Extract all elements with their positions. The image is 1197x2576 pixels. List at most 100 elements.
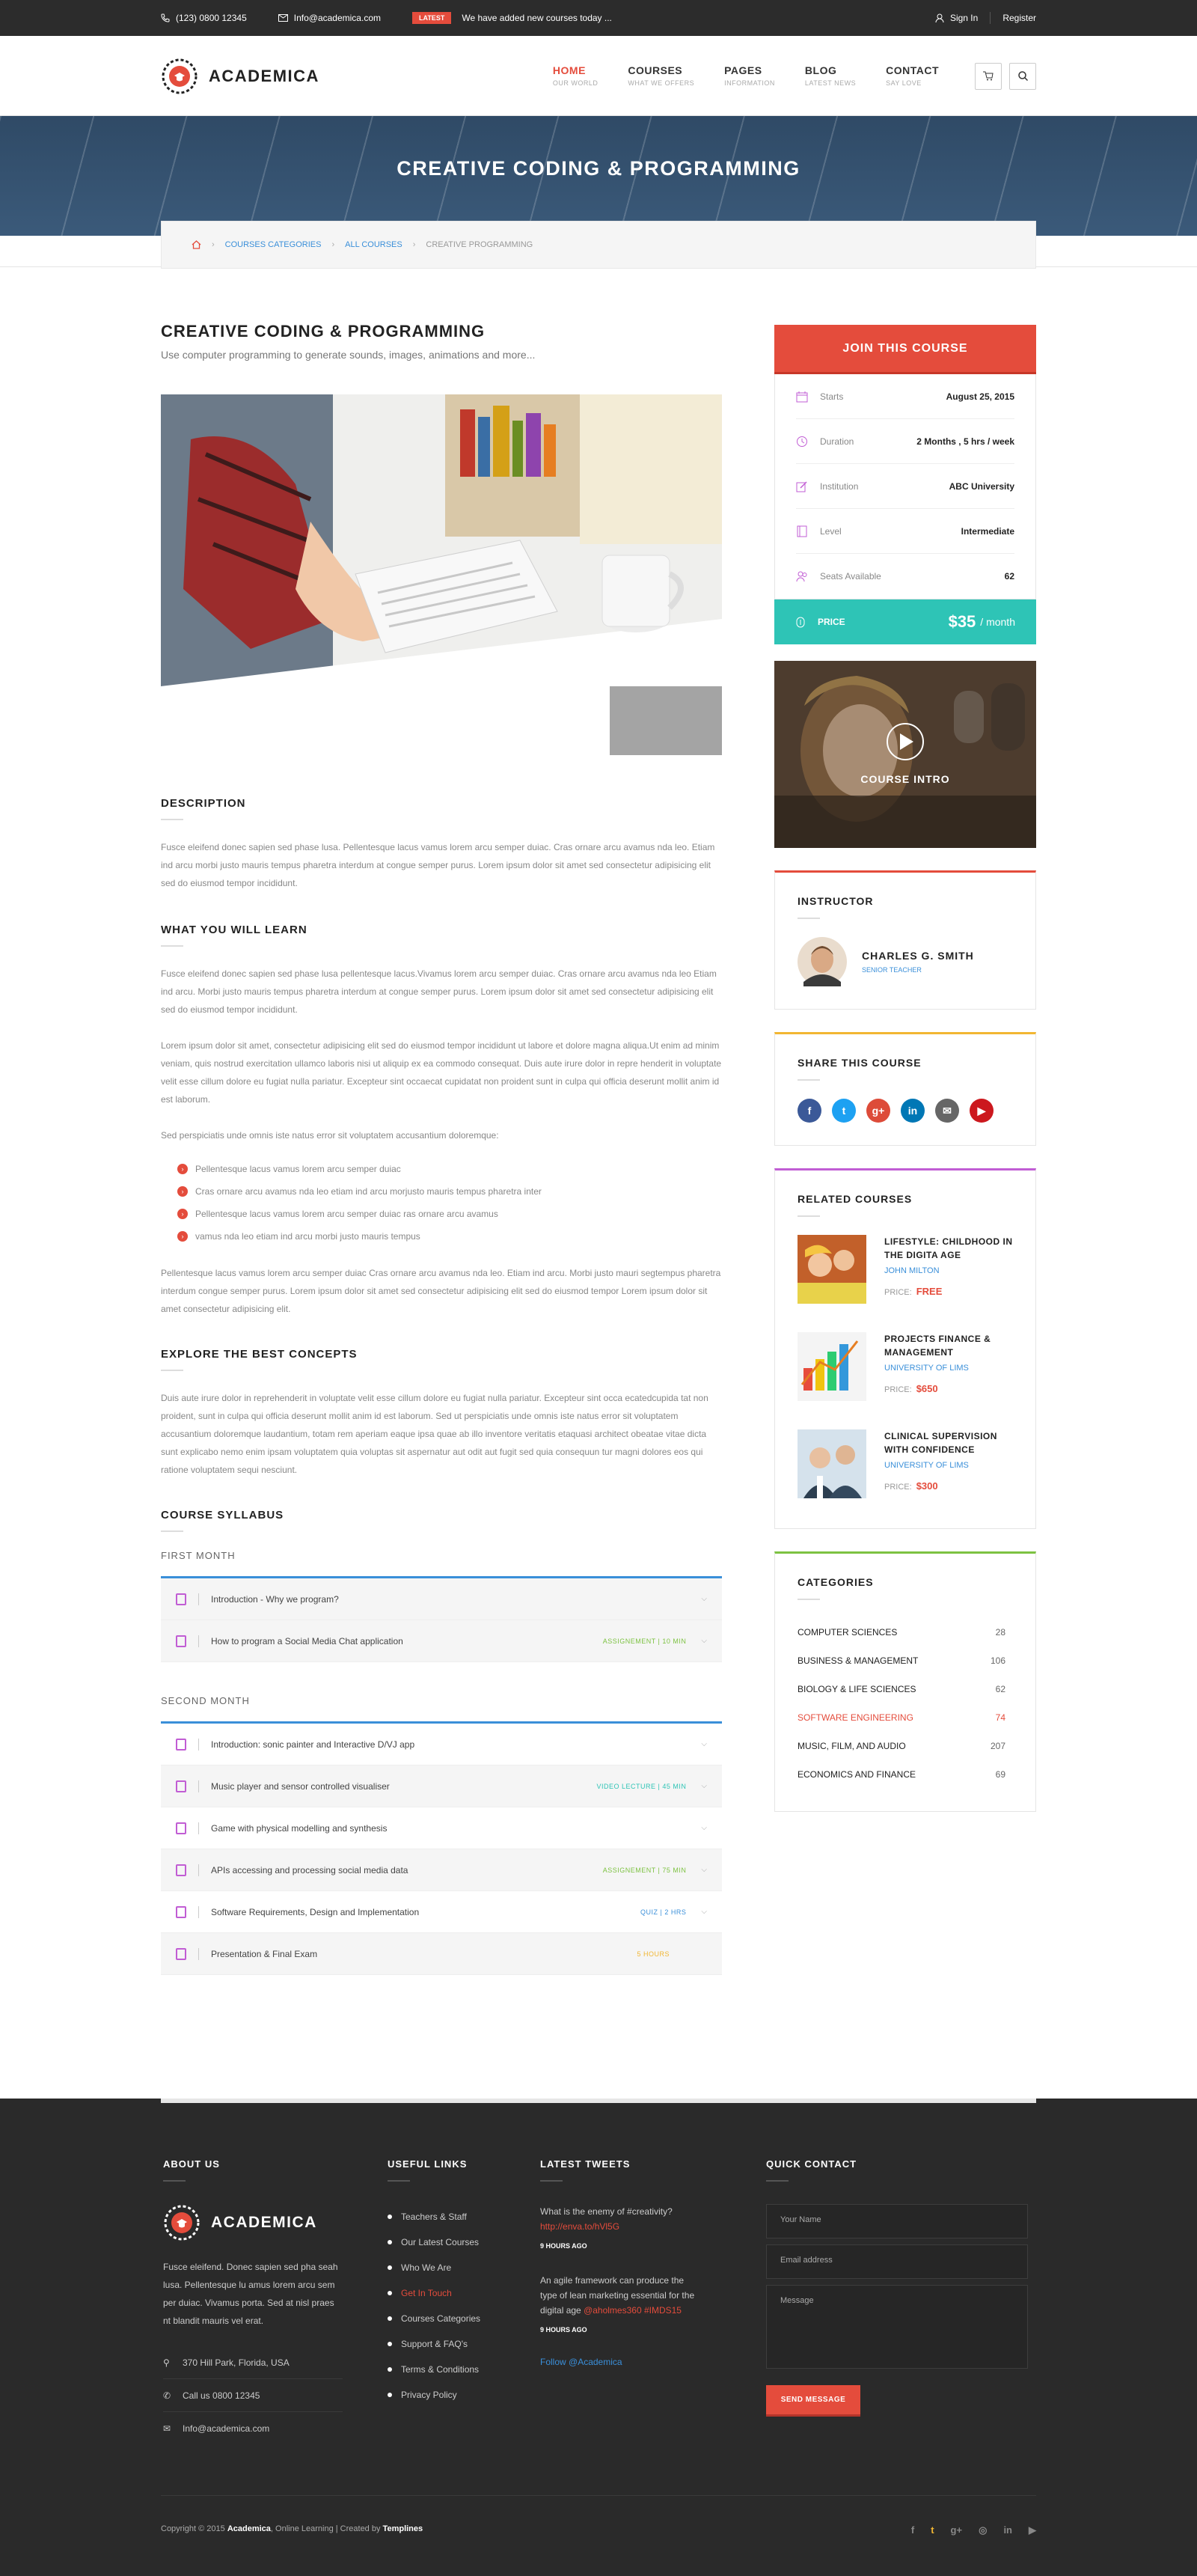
info-label: Duration [820,436,854,447]
footer-link[interactable]: Terms & Conditions [388,2357,522,2382]
divider [161,2099,1036,2103]
nav-pages[interactable]: PAGES INFORMATION [724,65,775,87]
mail-icon[interactable]: ✉ [935,1099,959,1123]
map-pin-icon: ⚲ [163,2357,170,2368]
email-row[interactable]: ✉ Info@academica.com [163,2412,343,2445]
lesson-tag: 5 HOURS [637,1950,670,1958]
avatar[interactable] [798,937,847,986]
syllabus-row[interactable]: Introduction - Why we program? ⌵ [161,1578,722,1620]
lesson-title: How to program a Social Media Chat appli… [211,1635,403,1646]
name-field[interactable]: Your Name [766,2204,1028,2238]
syllabus-row[interactable]: Music player and sensor controlled visua… [161,1765,722,1807]
logo[interactable]: ACADEMICA [161,58,319,95]
message-field[interactable]: Message [766,2285,1028,2369]
course-intro-video[interactable]: COURSE INTRO [774,661,1036,848]
syllabus-row[interactable]: Introduction: sonic painter and Interact… [161,1724,722,1765]
footer-link[interactable]: Courses Categories [388,2306,522,2331]
twitter-icon[interactable]: t [931,2524,934,2536]
course-thumbnail [798,1235,866,1304]
home-icon[interactable] [192,240,201,249]
nav-contact[interactable]: CONTACT SAY LOVE [886,65,939,87]
info-label: Level [820,525,842,537]
nav-home[interactable]: HOME OUR WORLD [553,65,598,87]
description-text: Fusce eleifend donec sapien sed phase lu… [161,842,715,888]
document-icon [176,1905,186,1918]
copyright-author[interactable]: Templines [383,2524,423,2533]
footer-link[interactable]: Privacy Policy [388,2382,522,2408]
email-info[interactable]: Info@academica.com [278,13,381,23]
syllabus-row[interactable]: Game with physical modelling and synthes… [161,1807,722,1849]
list-item: › Cras ornare arcu avamus nda leo etiam i… [177,1180,722,1203]
divider [198,1635,199,1647]
mail-icon [278,14,288,22]
related-title: PROJECTS FINANCE & MANAGEMENT [884,1334,991,1358]
chevron-down-icon[interactable]: ⌵ [701,1637,707,1645]
category-item[interactable]: BIOLOGY & LIFE SCIENCES 62 [798,1675,1013,1703]
footer-logo[interactable]: ACADEMICA [163,2204,343,2241]
crumb-categories[interactable]: COURSES CATEGORIES [225,240,322,249]
logo-icon [162,58,198,94]
course-content: CREATIVE CODING & PROGRAMMING Use comput… [161,322,722,1975]
footer-link[interactable]: Teachers & Staff [388,2204,522,2229]
nav-subtitle: OUR WORLD [552,79,598,87]
users-icon [796,571,807,582]
news-ticker[interactable]: We have added new courses today ... [462,13,612,23]
tweet-link[interactable]: http://enva.to/hVl5G [540,2221,619,2232]
category-item[interactable]: SOFTWARE ENGINEERING 74 [798,1703,1013,1732]
chevron-down-icon[interactable]: ⌵ [701,1866,707,1874]
register-link[interactable]: Register [1002,13,1036,23]
follow-link[interactable]: Follow @Academica [540,2357,697,2367]
instagram-icon[interactable]: ◎ [979,2524,987,2536]
cart-button[interactable] [975,62,1002,90]
category-item[interactable]: MUSIC, FILM, AND AUDIO 207 [798,1732,1013,1760]
course-info: Starts August 25, 2015 Duration 2 Months ,… [774,374,1036,599]
nav-blog[interactable]: BLOG LATEST NEWS [805,65,856,87]
price-label: PRICE: [884,1385,912,1394]
related-course[interactable]: LIFESTYLE: CHILDHOOD IN THE DIGITA AGE JO… [798,1235,1013,1304]
linkedin-icon[interactable]: in [1003,2524,1012,2536]
footer-link[interactable]: Who We Are [388,2255,522,2280]
facebook-icon[interactable]: f [911,2524,914,2536]
related-course[interactable]: CLINICAL SUPERVISION WITH CONFIDENCE UNIV… [798,1429,1013,1498]
footer-link[interactable]: Support & FAQ's [388,2331,522,2357]
chevron-down-icon[interactable]: ⌵ [701,1908,707,1916]
tweet-time: 9 HOURS AGO [540,2242,587,2250]
category-count: 106 [990,1655,1005,1666]
learn-heading: WHAT YOU WILL LEARN [161,924,307,936]
lesson-tag: ASSIGNEMENT | 75 MIN [602,1866,687,1874]
related-course[interactable]: PROJECTS FINANCE & MANAGEMENT UNIVERSITY … [798,1332,1013,1401]
footer-link[interactable]: Get In Touch [388,2280,522,2306]
copyright-brand[interactable]: Academica [227,2524,271,2533]
chevron-down-icon[interactable]: ⌵ [701,1740,707,1748]
syllabus-row[interactable]: APIs accessing and processing social med… [161,1849,722,1891]
footer-contact: QUICK CONTACT Your Name Email address Me… [766,2158,1028,2417]
syllabus-row[interactable]: How to program a Social Media Chat appli… [161,1620,722,1662]
send-message-button[interactable]: SEND MESSAGE [766,2385,860,2417]
chevron-down-icon[interactable]: ⌵ [701,1782,707,1790]
youtube-icon[interactable]: ▶ [970,1099,994,1123]
instructor-name[interactable]: CHARLES G. SMITH [862,950,974,962]
chevron-down-icon[interactable]: ⌵ [701,1824,707,1832]
join-course-button[interactable]: JOIN THIS COURSE [774,325,1036,374]
syllabus-row[interactable]: Software Requirements, Design and Implem… [161,1891,722,1933]
category-item[interactable]: BUSINESS & MANAGEMENT 106 [798,1646,1013,1675]
twitter-icon[interactable]: t [832,1099,856,1123]
info-value: 2 Months , 5 hrs / week [916,436,1014,447]
tweet-link[interactable]: @aholmes360 #IMDS15 [584,2305,682,2316]
chevron-down-icon[interactable]: ⌵ [701,1595,707,1603]
nav-courses[interactable]: COURSES WHAT WE OFFERS [628,65,694,87]
syllabus-row[interactable]: Presentation & Final Exam 5 HOURS [161,1933,722,1975]
google-plus-icon[interactable]: g+ [866,1099,890,1123]
linkedin-icon[interactable]: in [901,1099,925,1123]
category-item[interactable]: COMPUTER SCIENCES 28 [798,1618,1013,1646]
search-button[interactable] [1009,62,1036,90]
facebook-icon[interactable]: f [798,1099,821,1123]
google-plus-icon[interactable]: g+ [951,2524,963,2536]
signin-link[interactable]: Sign In [950,13,978,23]
youtube-icon[interactable]: ▶ [1029,2524,1036,2536]
category-item[interactable]: ECONOMICS AND FINANCE 69 [798,1760,1013,1789]
crumb-all-courses[interactable]: ALL COURSES [345,240,402,249]
document-icon [176,1780,186,1792]
footer-link[interactable]: Our Latest Courses [388,2229,522,2255]
email-field[interactable]: Email address [766,2244,1028,2279]
